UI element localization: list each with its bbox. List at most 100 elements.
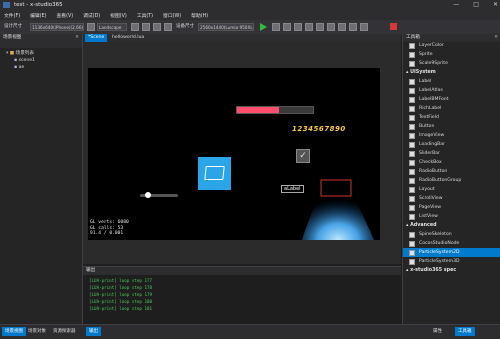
toolbox-item-label: CocosStudioNode: [419, 241, 460, 246]
tab-scene-view[interactable]: 场景视图: [2, 327, 26, 336]
game-canvas[interactable]: 1234567890 ✓ aLabel GL verts: 6080 GL ca…: [88, 68, 380, 240]
tab-scene-objects[interactable]: 场景对象: [25, 327, 49, 336]
section-spec[interactable]: ▴ x-studio365 spec: [403, 266, 500, 275]
particle-system[interactable]: [298, 178, 378, 240]
rotate-icon[interactable]: [87, 23, 95, 31]
image-view[interactable]: [198, 157, 231, 190]
toolbox-item-sprite[interactable]: Sprite: [403, 50, 500, 59]
toolbox-item-scale9sprite[interactable]: Scale9Sprite: [403, 59, 500, 68]
toolbox-item-labelatlas[interactable]: LabelAtlas: [403, 86, 500, 95]
refresh-icon[interactable]: [305, 23, 313, 31]
tree-root[interactable]: ▾ ■ 场景列表: [6, 50, 82, 57]
label-atlas[interactable]: 1234567890: [292, 125, 346, 133]
menu-file[interactable]: 文件(F): [4, 12, 20, 19]
build-icon[interactable]: [338, 23, 346, 31]
stop-icon[interactable]: [390, 23, 397, 30]
menu-window-view[interactable]: 视图(V): [110, 12, 127, 19]
menu-window[interactable]: 窗口(W): [163, 12, 181, 19]
design-size-select[interactable]: 1136x640(iPhone)(2.66): [30, 23, 84, 31]
loading-bar-fill: [237, 107, 279, 113]
toolbox-item-radiobutton[interactable]: RadioButton: [403, 167, 500, 176]
toolbox-item-listview[interactable]: ListView: [403, 212, 500, 221]
toolbox-item-pageview[interactable]: PageView: [403, 203, 500, 212]
document-tabs: *Scene helloworld.lua: [83, 34, 401, 42]
toolbox-item-particlesystem3d[interactable]: ParticleSystem3D: [403, 257, 500, 266]
section-uisystem[interactable]: ▴ UISystem: [403, 68, 500, 77]
device-size-select[interactable]: 2560x1440(Lumia 950XL): [198, 23, 254, 31]
section-advanced[interactable]: ▴ Advanced: [403, 221, 500, 230]
stat-verts: GL verts: 6080: [90, 220, 129, 225]
design-size-label: 设计尺寸: [4, 24, 22, 29]
section-label: x-studio365 spec: [410, 268, 457, 273]
toolbox-item-label: SpineSkeleton: [419, 232, 452, 237]
panel-close-icon[interactable]: ✕: [494, 34, 498, 42]
bottom-tabs-bar: 场景视图 场景对象 资源探索器 输出 属性 工具箱: [0, 324, 500, 339]
tab-properties[interactable]: 属性: [430, 327, 445, 336]
save-icon[interactable]: [131, 23, 139, 31]
toolbox-item-label: RadioButton: [419, 169, 448, 174]
toolbox-item-label: ScrollView: [419, 196, 443, 201]
toolbox-item-textfield[interactable]: TextField: [403, 113, 500, 122]
step-over-icon[interactable]: [294, 23, 302, 31]
toolbox-item-imageview[interactable]: ImageView: [403, 131, 500, 140]
menu-edit[interactable]: 编辑(E): [30, 12, 46, 19]
menu-help[interactable]: 帮助(H): [191, 12, 208, 19]
tab-resource-explorer[interactable]: 资源探索器: [50, 327, 79, 336]
loading-bar[interactable]: [236, 106, 314, 114]
toolbox-item-button[interactable]: Button: [403, 122, 500, 131]
toolbox-item-labelbmfont[interactable]: LabelBMFont: [403, 95, 500, 104]
image-view-frame: [204, 166, 225, 180]
toolbox-item-richlabel[interactable]: RichLabel: [403, 104, 500, 113]
toolbox-item-layercolor[interactable]: LayerColor: [403, 41, 500, 50]
widget-icon: [409, 258, 415, 265]
grid-icon[interactable]: [153, 23, 161, 31]
close-icon[interactable]: ✕: [493, 1, 498, 9]
tree-item-scene1[interactable]: ▪ scene1: [6, 57, 82, 64]
output-header: 输出: [83, 267, 401, 275]
section-label: UISystem: [410, 70, 436, 75]
output-line: [LUA-print] loop step 181: [89, 306, 153, 311]
tab-scene[interactable]: *Scene: [85, 34, 108, 42]
tab-toolbox[interactable]: 工具箱: [455, 327, 475, 336]
layout-icon[interactable]: [164, 23, 172, 31]
settings-icon[interactable]: [316, 23, 324, 31]
toolbox-item-loadingbar[interactable]: LoadingBar: [403, 140, 500, 149]
toolbox-item-label: SliderBar: [419, 151, 440, 156]
pause-icon[interactable]: [327, 23, 335, 31]
toolbox-item-cocosstudionode[interactable]: CocosStudioNode: [403, 239, 500, 248]
app-icon: [3, 2, 10, 8]
menu-view[interactable]: 查看(V): [56, 12, 73, 19]
play-icon[interactable]: [260, 23, 267, 31]
widget-icon: [409, 78, 415, 85]
toolbox-item-spineskeleton[interactable]: SpineSkeleton: [403, 230, 500, 239]
maximize-icon[interactable]: □: [473, 1, 479, 9]
panel-close-icon[interactable]: ✕: [75, 34, 79, 42]
toolbox-item-scrollview[interactable]: ScrollView: [403, 194, 500, 203]
menu-tools[interactable]: 工具(T): [137, 12, 153, 19]
save-all-icon[interactable]: [142, 23, 150, 31]
toolbox-item-checkbox[interactable]: CheckBox: [403, 158, 500, 167]
tab-output[interactable]: 输出: [86, 327, 101, 336]
debug-icon[interactable]: [272, 23, 280, 31]
slider-bar[interactable]: [140, 192, 178, 198]
menu-debug[interactable]: 调试(D): [83, 12, 100, 19]
step-icon[interactable]: [283, 23, 291, 31]
run-icon[interactable]: [349, 23, 357, 31]
toolbox-item-label[interactable]: Label: [403, 77, 500, 86]
widget-icon: [409, 87, 415, 94]
toolbox-title: 工具箱: [406, 35, 420, 40]
toolbox-item-radiobuttongroup[interactable]: RadioButtonGroup: [403, 176, 500, 185]
toolbox-item-sliderbar[interactable]: SliderBar: [403, 149, 500, 158]
export-icon[interactable]: [360, 23, 368, 31]
widget-icon: [409, 231, 415, 238]
widget-icon: [409, 168, 415, 175]
toolbox-item-label: Scale9Sprite: [419, 61, 448, 66]
tab-helloworld[interactable]: helloworld.lua: [109, 34, 147, 42]
slider-thumb[interactable]: [144, 192, 151, 198]
toolbox-item-particlesystem2d[interactable]: ParticleSystem2D: [403, 248, 500, 257]
orientation-select[interactable]: Landscape: [97, 23, 127, 31]
checkbox[interactable]: ✓: [296, 149, 310, 163]
minimize-icon[interactable]: —: [453, 1, 459, 9]
tree-item-ae[interactable]: ▪ ae: [6, 64, 82, 71]
toolbox-item-layout[interactable]: Layout: [403, 185, 500, 194]
